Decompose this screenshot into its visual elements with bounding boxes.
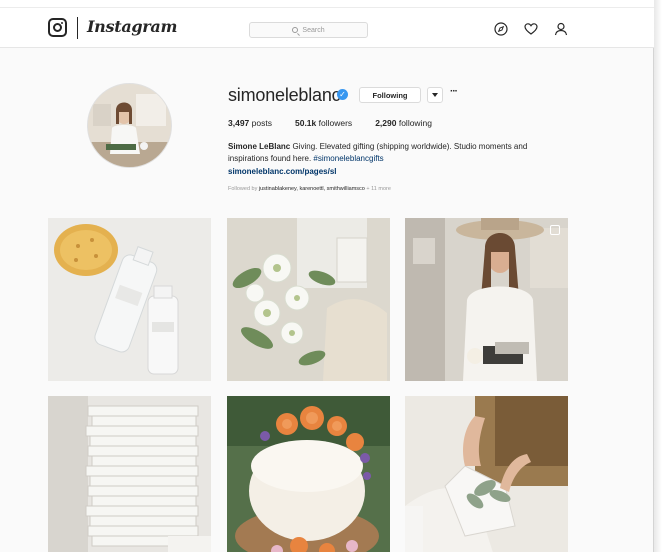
instagram-logo-icon[interactable] [48,18,67,37]
top-nav-bar: Instagram Search [0,8,654,48]
top-edge [0,0,654,8]
post-tile[interactable] [48,218,211,381]
frame-edge [654,0,662,552]
bio-full-name: Simone LeBlanc [228,142,291,151]
verified-badge-icon: ✓ [337,89,348,100]
followers-stat[interactable]: 50.1k followers [295,118,352,128]
followed-by-prefix: Followed by [228,186,258,192]
dropdown-arrow-icon[interactable] [427,87,443,103]
post-tile[interactable] [405,218,568,381]
profile-icon[interactable] [554,22,568,36]
post-tile[interactable] [227,218,390,381]
bio-hashtag[interactable]: #simoneleblancgifts [313,154,383,163]
search-placeholder: Search [302,26,325,34]
bio-website-link[interactable]: simoneleblanc.com/pages/sl [228,167,336,176]
posts-label: posts [251,118,272,128]
followed-by: Followed by justinablakeney, karenoettl,… [228,186,391,192]
following-button[interactable]: Following [359,87,421,103]
followed-by-names[interactable]: justinablakeney, karenoettl, smithwillia… [259,186,365,192]
more-options-button[interactable]: ··· [450,86,458,97]
explore-compass-icon[interactable] [494,22,508,36]
profile-stats: 3,497 posts 50.1k followers 2,290 follow… [228,118,432,128]
following-count: 2,290 [375,118,397,128]
profile-bio: Simone LeBlanc Giving. Elevated gifting … [228,141,568,165]
avatar[interactable] [87,83,172,168]
following-label: following [398,118,432,128]
posts-count: 3,497 [228,118,250,128]
multi-photo-icon [550,225,560,235]
posts-stat: 3,497 posts [228,118,272,128]
instagram-wordmark[interactable]: Instagram [87,17,177,36]
profile-username: simoneleblanc [228,85,341,105]
post-tile[interactable] [227,396,390,552]
post-tile[interactable] [48,396,211,552]
followers-count: 50.1k [294,118,317,128]
search-input[interactable]: Search [249,22,368,38]
followed-by-more[interactable]: + 11 more [366,186,391,192]
post-tile[interactable] [405,396,568,552]
logo-divider [77,17,78,39]
search-icon [292,27,299,33]
heart-icon[interactable] [524,22,538,36]
followers-label: followers [318,118,353,128]
following-stat[interactable]: 2,290 following [375,118,432,128]
